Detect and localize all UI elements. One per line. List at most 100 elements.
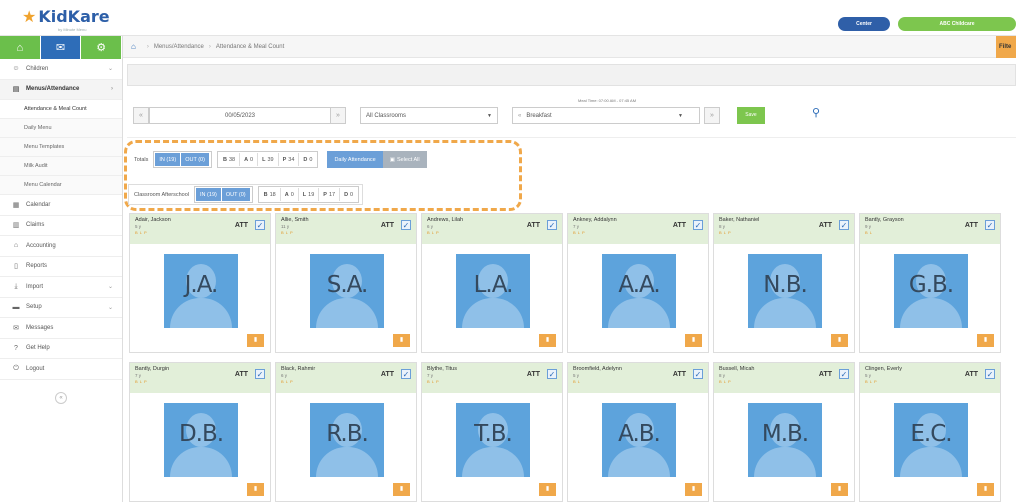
attendance-checkbox[interactable]: ✓ [255, 220, 265, 230]
sidebar-item-children[interactable]: ☺ Children ⌄ [0, 59, 122, 80]
meal-menu-button[interactable]: ▮ [831, 334, 848, 347]
provider-pill-button[interactable]: ABC Childcare [898, 17, 1016, 31]
child-meal-tags: B L P [719, 230, 732, 235]
child-card[interactable]: Broomfield, Adelynn 5 yB L ATT ✓ A.B. ▮ [567, 362, 709, 502]
classroom-select[interactable]: All Classrooms ▼ [360, 107, 498, 124]
search-icon[interactable]: ⚲ [812, 106, 820, 119]
child-card[interactable]: Bantly, Durgin 7 yB L P ATT ✓ D.B. ▮ [129, 362, 271, 502]
child-initials: G.B. [908, 272, 954, 298]
sidebar-subitem-milk-audit[interactable]: Milk Audit [0, 157, 122, 176]
child-card-header: Broomfield, Adelynn 5 yB L ATT ✓ [568, 363, 708, 393]
sidebar-tab-settings[interactable]: ⚙ [81, 36, 123, 59]
attendance-checkbox[interactable]: ✓ [255, 369, 265, 379]
totals-in-button[interactable]: IN (19) [155, 153, 182, 166]
meal-count-value: 0 [309, 156, 313, 163]
meal-menu-button[interactable]: ▮ [831, 483, 848, 496]
meal-next-button[interactable]: » [704, 107, 720, 124]
sidebar-collapse-button[interactable]: « [55, 392, 67, 404]
sidebar-item-claims[interactable]: ▥ Claims [0, 216, 122, 236]
meal-menu-button[interactable]: ▮ [539, 483, 556, 496]
attendance-checkbox[interactable]: ✓ [985, 369, 995, 379]
date-prev-button[interactable]: « [133, 107, 149, 124]
save-button[interactable]: Save [737, 107, 765, 124]
classroom-in-button[interactable]: IN (19) [196, 188, 222, 201]
meal-menu-button[interactable]: ▮ [685, 483, 702, 496]
sidebar-item-reports[interactable]: ▯ Reports [0, 257, 122, 277]
meal-menu-button[interactable]: ▮ [685, 334, 702, 347]
child-card[interactable]: Bantly, Grayson 9 yB L ATT ✓ G.B. ▮ [859, 213, 1001, 353]
totals-out-button[interactable]: OUT (0) [181, 153, 210, 166]
meal-count-value: 34 [288, 156, 295, 163]
bookmark-icon: ▮ [691, 486, 696, 492]
bookmark-icon: ▮ [691, 337, 696, 343]
sidebar-subitem-daily-menu[interactable]: Daily Menu [0, 119, 122, 138]
sidebar-tab-mail[interactable]: ✉ [40, 36, 82, 59]
messages-icon: ✉ [13, 324, 19, 332]
attendance-checkbox[interactable]: ✓ [401, 220, 411, 230]
date-next-button[interactable]: » [330, 107, 346, 124]
att-label: ATT [672, 222, 686, 229]
attendance-checkbox[interactable]: ✓ [839, 369, 849, 379]
meal-menu-button[interactable]: ▮ [539, 334, 556, 347]
attendance-checkbox[interactable]: ✓ [547, 220, 557, 230]
child-card[interactable]: Ankney, Addalynn 7 yB L P ATT ✓ A.A. ▮ [567, 213, 709, 353]
attendance-checkbox[interactable]: ✓ [693, 220, 703, 230]
sidebar-item-menus-attendance[interactable]: ▤ Menus/Attendance › [0, 79, 122, 100]
attendance-checkbox[interactable]: ✓ [547, 369, 557, 379]
sidebar-item-accounting[interactable]: ⌂ Accounting [0, 236, 122, 257]
meal-menu-button[interactable]: ▮ [977, 483, 994, 496]
sidebar-item-label: Menus/Attendance [26, 86, 80, 93]
child-card[interactable]: Andrews, Lilah 6 yB L P ATT ✓ L.A. ▮ [421, 213, 563, 353]
avatar-body-shape [754, 447, 816, 477]
home-icon: ⌂ [16, 41, 24, 54]
child-card[interactable]: Adair, Jackson 5 yB L P ATT ✓ J.A. ▮ [129, 213, 271, 353]
child-card[interactable]: Black, Rahmir 6 yB L P ATT ✓ R.B. ▮ [275, 362, 417, 502]
sidebar-item-calendar[interactable]: ▦ Calendar [0, 195, 122, 216]
sidebar-subitem-attendance-meal-count[interactable]: Attendance & Meal Count [0, 100, 122, 119]
child-card[interactable]: Allie, Smith 11 yB L P ATT ✓ S.A. ▮ [275, 213, 417, 353]
child-card[interactable]: Baker, Nathaniel 8 yB L P ATT ✓ N.B. ▮ [713, 213, 855, 353]
filter-button[interactable]: Filte [996, 36, 1016, 58]
sidebar-subitem-menu-calendar[interactable]: Menu Calendar [0, 176, 122, 195]
attendance-checkbox[interactable]: ✓ [839, 220, 849, 230]
chevron-down-icon: ⌄ [107, 284, 113, 291]
child-card-header: Bussell, Micah 8 yB L P ATT ✓ [714, 363, 854, 393]
totals-row: Totals IN (19) OUT (0) B 38 A 0 L 39 P 34 D 0 Dai… [134, 151, 427, 168]
logo-subtitle: by Minute Menu [58, 27, 87, 32]
sidebar-tab-home[interactable]: ⌂ [0, 36, 41, 59]
select-all-button[interactable]: ▣ Select All [382, 151, 427, 168]
child-meal-tags: B L P [427, 379, 440, 384]
classroom-out-button[interactable]: OUT (0) [221, 188, 251, 201]
sidebar-subitem-menu-templates[interactable]: Menu Templates [0, 138, 122, 157]
attendance-checkbox[interactable]: ✓ [693, 369, 703, 379]
child-initials: M.B. [761, 421, 809, 447]
daily-attendance-button[interactable]: Daily Attendance [327, 151, 383, 168]
meal-menu-button[interactable]: ▮ [977, 334, 994, 347]
date-input[interactable]: 00/05/2023 [149, 107, 331, 124]
meal-prev-icon[interactable]: « [518, 113, 521, 119]
meal-count-value: 38 [228, 156, 236, 163]
kidkare-logo[interactable]: ★ KidKare [22, 7, 110, 26]
meal-menu-button[interactable]: ▮ [393, 483, 410, 496]
sidebar-item-messages[interactable]: ✉ Messages [0, 318, 122, 339]
menu-icon: ▤ [12, 86, 20, 94]
center-pill-button[interactable]: Center [838, 17, 890, 31]
breadcrumb-item-menus[interactable]: Menus/Attendance [154, 44, 204, 50]
child-card-header: Clingen, Everly 5 yB L P ATT ✓ [860, 363, 1000, 393]
meal-select[interactable]: « Breakfast ▼ [512, 107, 700, 124]
child-card[interactable]: Blythe, Titus 7 yB L P ATT ✓ T.B. ▮ [421, 362, 563, 502]
attendance-checkbox[interactable]: ✓ [985, 220, 995, 230]
sidebar-item-setup[interactable]: ▬ Setup ⌄ [0, 298, 122, 318]
claims-icon: ▥ [12, 222, 20, 230]
meal-menu-button[interactable]: ▮ [247, 483, 264, 496]
attendance-checkbox[interactable]: ✓ [401, 369, 411, 379]
meal-menu-button[interactable]: ▮ [247, 334, 264, 347]
child-avatar: A.A. [602, 254, 676, 328]
breadcrumb-home-icon[interactable]: ⌂ [131, 42, 136, 51]
meal-menu-button[interactable]: ▮ [393, 334, 410, 347]
sidebar-item-get-help[interactable]: ? Get Help [0, 339, 122, 359]
child-card[interactable]: Bussell, Micah 8 yB L P ATT ✓ M.B. ▮ [713, 362, 855, 502]
sidebar-item-logout[interactable]: ⏻ Logout [0, 359, 122, 380]
sidebar-item-import[interactable]: ⤓ Import ⌄ [0, 277, 122, 298]
child-card[interactable]: Clingen, Everly 5 yB L P ATT ✓ E.C. ▮ [859, 362, 1001, 502]
